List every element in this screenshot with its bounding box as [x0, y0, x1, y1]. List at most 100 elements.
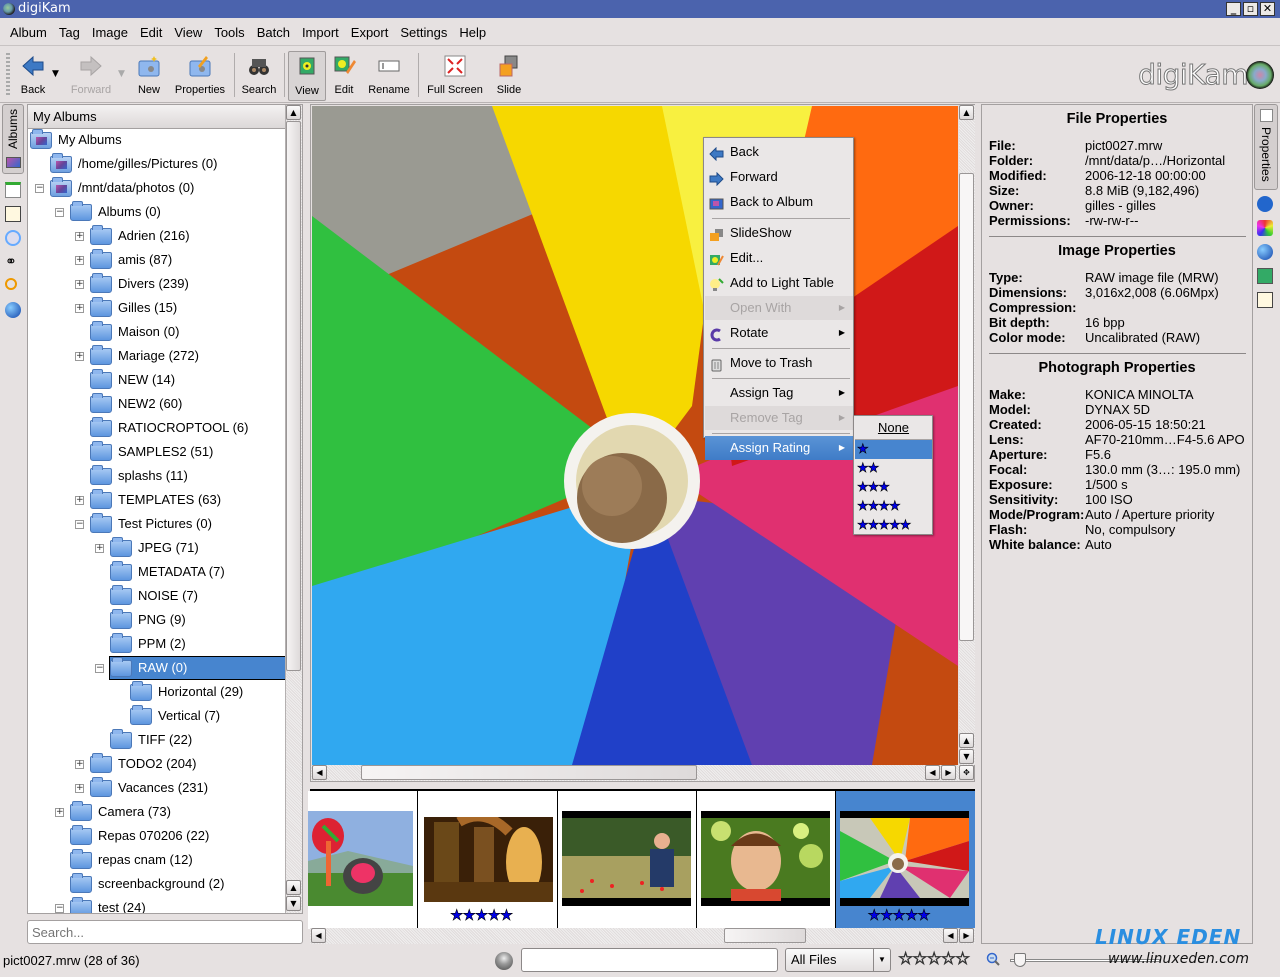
tags-icon[interactable] — [5, 206, 21, 222]
search-button[interactable]: Search — [240, 51, 278, 99]
zoom-out-icon[interactable] — [986, 952, 1000, 966]
tree-item[interactable]: My Albums — [30, 129, 285, 151]
tree-item[interactable]: Camera (73) — [70, 801, 285, 823]
zoom-slider-handle[interactable] — [1014, 953, 1026, 967]
comments-tags-icon[interactable] — [1257, 268, 1273, 284]
tree-item[interactable]: Horizontal (29) — [130, 681, 285, 703]
rating-none-option[interactable]: None — [855, 417, 932, 439]
back-button[interactable]: Back — [14, 51, 52, 99]
tab-properties[interactable]: Properties — [1254, 104, 1278, 190]
timeline-icon[interactable] — [5, 230, 21, 246]
maximize-button[interactable]: ▫ — [1243, 2, 1258, 16]
menu-settings[interactable]: Settings — [394, 25, 453, 40]
tree-item[interactable]: TIFF (22) — [110, 729, 285, 751]
file-type-filter-select[interactable]: All Files ▼ — [785, 948, 891, 972]
collapse-icon[interactable]: − — [55, 208, 64, 217]
expand-icon[interactable]: + — [75, 496, 84, 505]
expand-icon[interactable]: + — [75, 232, 84, 241]
collapse-icon[interactable]: − — [35, 184, 44, 193]
thumbnail-rating-stars[interactable]: ★★★★★ — [867, 906, 931, 925]
tree-item[interactable]: Vacances (231) — [90, 777, 285, 799]
context-menu-item-open-with[interactable]: Open With ▶ — [705, 296, 853, 320]
tree-item[interactable]: METADATA (7) — [110, 561, 285, 583]
context-menu-item-forward[interactable]: Forward — [705, 165, 853, 189]
rename-button[interactable]: Rename — [366, 51, 412, 99]
context-menu-item-back-to-album[interactable]: Back to Album — [705, 190, 853, 214]
scroll-left-button[interactable]: ◀ — [312, 765, 327, 780]
expand-icon[interactable]: + — [75, 352, 84, 361]
edit-button[interactable]: Edit — [328, 51, 360, 99]
colors-icon[interactable] — [1257, 220, 1273, 236]
expand-icon[interactable]: + — [75, 784, 84, 793]
text-filter-input[interactable] — [521, 948, 778, 972]
expand-icon[interactable]: + — [75, 760, 84, 769]
scroll-thumb[interactable] — [361, 765, 697, 780]
context-menu-item-move-to-trash[interactable]: Move to Trash — [705, 351, 853, 375]
thumbnail-rating-stars[interactable]: ★★★★★ — [450, 906, 514, 925]
scroll-up-button-bottom[interactable]: ▲ — [286, 880, 301, 895]
album-tree-scrollbar[interactable]: ▲ ▲ ▼ — [285, 105, 302, 913]
back-dropdown-icon[interactable]: ▼ — [52, 69, 59, 79]
scroll-thumb[interactable] — [959, 173, 974, 641]
scroll-thumb[interactable] — [724, 928, 806, 943]
tree-item[interactable]: Maison (0) — [90, 321, 285, 343]
scroll-up-button[interactable]: ▲ — [959, 105, 974, 120]
rating-option-2-stars[interactable]: ★★ — [855, 459, 932, 478]
tree-item[interactable]: Vertical (7) — [130, 705, 285, 727]
thumbnail-boy-portrait[interactable] — [697, 791, 836, 929]
tree-item[interactable]: splashs (11) — [90, 465, 285, 487]
toolbar-handle[interactable] — [6, 53, 10, 97]
menu-view[interactable]: View — [168, 25, 208, 40]
thumbbar-scrollbar[interactable]: ◀ ◀ ▶ — [310, 928, 975, 944]
tree-item[interactable]: RAW (0) — [109, 656, 285, 680]
scroll-thumb[interactable] — [286, 121, 301, 671]
menu-import[interactable]: Import — [296, 25, 345, 40]
calendar-icon[interactable] — [5, 182, 21, 198]
new-album-button[interactable]: New — [134, 51, 164, 99]
menu-edit[interactable]: Edit — [134, 25, 168, 40]
tree-item[interactable]: Gilles (15) — [90, 297, 285, 319]
album-tree-header[interactable]: My Albums — [28, 105, 285, 129]
forward-dropdown-icon[interactable]: ▼ — [118, 69, 125, 79]
search-binoculars-icon[interactable]: ⚭ — [5, 254, 21, 270]
tree-item[interactable]: JPEG (71) — [110, 537, 285, 559]
scroll-up-button-bottom[interactable]: ▲ — [959, 733, 974, 748]
tree-item[interactable]: PNG (9) — [110, 609, 285, 631]
tree-item[interactable]: Adrien (216) — [90, 225, 285, 247]
expand-icon[interactable]: + — [95, 544, 104, 553]
tree-item[interactable]: Test Pictures (0) — [90, 513, 285, 535]
tree-item[interactable]: /mnt/data/photos (0) — [50, 177, 285, 199]
rating-option-3-stars[interactable]: ★★★ — [855, 478, 932, 497]
tree-item[interactable]: repas cnam (12) — [70, 849, 285, 871]
menu-tools[interactable]: Tools — [208, 25, 250, 40]
context-menu-item-assign-tag[interactable]: Assign Tag ▶ — [705, 381, 853, 405]
image-horizontal-scrollbar[interactable]: ◀ ◀ ▶ — [311, 765, 959, 781]
menu-image[interactable]: Image — [86, 25, 134, 40]
thumbnail-cellar-arches[interactable]: ★★★★★ — [418, 791, 558, 929]
menu-tag[interactable]: Tag — [53, 25, 86, 40]
scroll-left-button[interactable]: ◀ — [311, 928, 326, 943]
collapse-icon[interactable]: − — [95, 664, 104, 673]
minimize-button[interactable]: _ — [1226, 2, 1241, 16]
tree-item[interactable]: /home/gilles/Pictures (0) — [50, 153, 285, 175]
checklist-icon[interactable] — [1257, 292, 1273, 308]
fuzzy-search-icon[interactable] — [5, 278, 17, 290]
scroll-up-button[interactable]: ▲ — [286, 105, 301, 120]
rating-option-5-stars[interactable]: ★★★★★ — [855, 516, 932, 535]
tree-item[interactable]: NEW (14) — [90, 369, 285, 391]
map-search-icon[interactable] — [5, 302, 21, 318]
menu-export[interactable]: Export — [345, 25, 395, 40]
pan-navigator-icon[interactable]: ✥ — [959, 765, 974, 780]
forward-button[interactable]: Forward — [70, 51, 112, 99]
scroll-down-button[interactable]: ▼ — [959, 749, 974, 764]
collapse-icon[interactable]: − — [75, 520, 84, 529]
rating-option-1-stars[interactable]: ★ — [855, 440, 932, 459]
slide-button[interactable]: Slide — [494, 51, 524, 99]
tree-item[interactable]: NOISE (7) — [110, 585, 285, 607]
properties-button[interactable]: Properties — [172, 51, 228, 99]
expand-icon[interactable]: + — [75, 256, 84, 265]
tree-item[interactable]: Repas 070206 (22) — [70, 825, 285, 847]
thumbnail-boy-in-field[interactable] — [558, 791, 697, 929]
scroll-left-button-right[interactable]: ◀ — [943, 928, 958, 943]
context-menu-item-edit[interactable]: Edit... — [705, 246, 853, 270]
